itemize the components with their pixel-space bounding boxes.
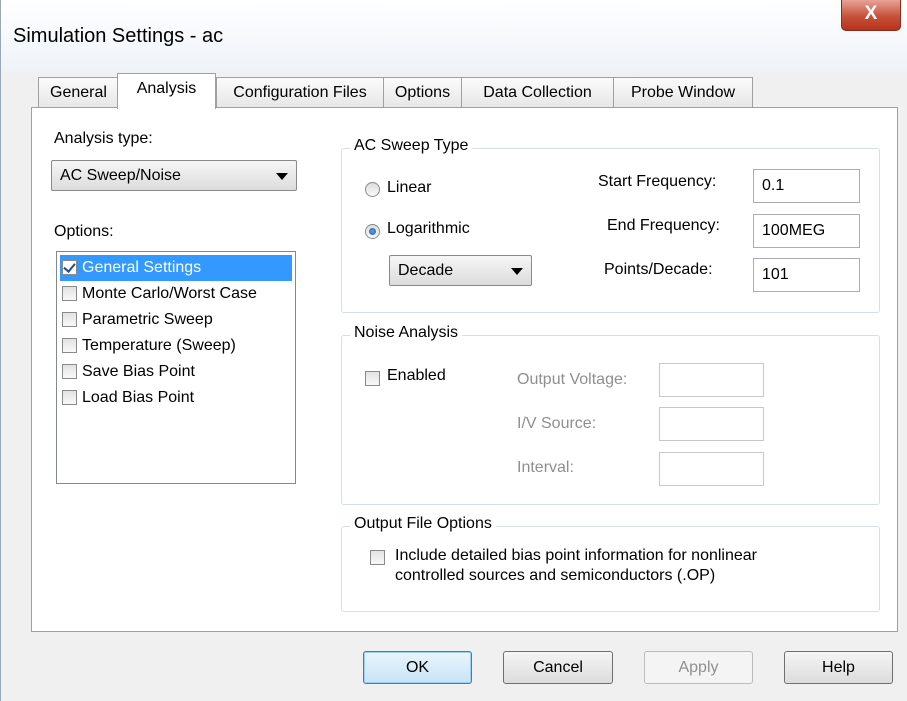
- interval-input[interactable]: [659, 452, 764, 486]
- list-item-general-settings[interactable]: General Settings: [60, 255, 292, 281]
- log-mode-value: Decade: [398, 262, 454, 279]
- noise-analysis-group: Noise Analysis Enabled Output Voltage: I…: [341, 324, 880, 505]
- noise-enabled-checkbox[interactable]: [365, 371, 380, 386]
- logarithmic-radio[interactable]: [365, 224, 380, 239]
- checkbox-monte-carlo[interactable]: [62, 286, 77, 301]
- start-frequency-input[interactable]: 0.1: [753, 169, 860, 203]
- iv-source-label: I/V Source:: [517, 415, 597, 432]
- start-frequency-label: Start Frequency:: [598, 173, 717, 190]
- checkbox-temperature-sweep[interactable]: [62, 338, 77, 353]
- close-button[interactable]: X: [841, 0, 901, 31]
- list-item-save-bias-point[interactable]: Save Bias Point: [60, 359, 292, 385]
- checkbox-save-bias-point[interactable]: [62, 364, 77, 379]
- close-icon: X: [864, 3, 878, 24]
- tab-options[interactable]: Options: [383, 77, 462, 108]
- linear-radio[interactable]: [365, 182, 380, 197]
- iv-source-input[interactable]: [659, 407, 764, 441]
- checkbox-general-settings[interactable]: [62, 260, 77, 275]
- options-label: Options:: [54, 223, 114, 240]
- noise-enabled-label: Enabled: [387, 367, 446, 384]
- list-item-label: Load Bias Point: [82, 389, 195, 406]
- checkbox-load-bias-point[interactable]: [62, 390, 77, 405]
- log-mode-select[interactable]: Decade: [389, 255, 532, 286]
- noise-analysis-label: Noise Analysis: [350, 324, 463, 342]
- tab-data-collection[interactable]: Data Collection: [461, 77, 614, 108]
- analysis-type-value: AC Sweep/Noise: [60, 167, 181, 184]
- list-item-label: General Settings: [82, 259, 202, 276]
- ok-button[interactable]: OK: [363, 651, 472, 684]
- linear-label: Linear: [387, 179, 432, 196]
- points-per-decade-input[interactable]: 101: [753, 258, 860, 292]
- bias-point-detail-line1: Include detailed bias point information …: [395, 547, 758, 564]
- list-item-label: Monte Carlo/Worst Case: [82, 285, 257, 302]
- output-voltage-input[interactable]: [659, 363, 764, 397]
- tab-probe-window[interactable]: Probe Window: [613, 77, 753, 108]
- tab-general[interactable]: General: [38, 77, 119, 108]
- ac-sweep-type-group: AC Sweep Type Linear Logarithmic Decade …: [341, 137, 880, 313]
- checkbox-parametric-sweep[interactable]: [62, 312, 77, 327]
- list-item-load-bias-point[interactable]: Load Bias Point: [60, 385, 292, 411]
- list-item-monte-carlo[interactable]: Monte Carlo/Worst Case: [60, 281, 292, 307]
- analysis-type-select[interactable]: AC Sweep/Noise: [51, 160, 297, 191]
- end-frequency-label: End Frequency:: [607, 217, 720, 234]
- output-file-options-label: Output File Options: [350, 515, 496, 533]
- list-item-parametric-sweep[interactable]: Parametric Sweep: [60, 307, 292, 333]
- list-item-label: Parametric Sweep: [82, 311, 213, 328]
- logarithmic-label: Logarithmic: [387, 220, 470, 237]
- end-frequency-input[interactable]: 100MEG: [753, 214, 860, 248]
- cancel-button[interactable]: Cancel: [503, 651, 613, 684]
- list-item-label: Save Bias Point: [82, 363, 195, 380]
- window-title: Simulation Settings - ac: [13, 25, 224, 47]
- interval-label: Interval:: [517, 459, 574, 476]
- list-item-temperature-sweep[interactable]: Temperature (Sweep): [60, 333, 292, 359]
- list-item-label: Temperature (Sweep): [82, 337, 236, 354]
- apply-button[interactable]: Apply: [644, 651, 753, 684]
- output-file-options-group: Output File Options Include detailed bia…: [341, 515, 880, 612]
- chevron-down-icon: [276, 173, 288, 180]
- points-per-decade-label: Points/Decade:: [604, 261, 713, 278]
- tab-configuration-files[interactable]: Configuration Files: [216, 77, 384, 108]
- ac-sweep-type-label: AC Sweep Type: [350, 137, 473, 155]
- simulation-settings-dialog: Simulation Settings - ac X General Analy…: [0, 0, 907, 701]
- tab-analysis[interactable]: Analysis: [117, 73, 216, 109]
- output-voltage-label: Output Voltage:: [517, 371, 628, 388]
- bias-point-detail-checkbox[interactable]: [370, 550, 385, 565]
- help-button[interactable]: Help: [784, 651, 893, 684]
- chevron-down-icon: [511, 268, 523, 275]
- options-list[interactable]: General Settings Monte Carlo/Worst Case …: [56, 251, 296, 484]
- title-bar[interactable]: Simulation Settings - ac X: [1, 0, 907, 72]
- bias-point-detail-line2: controlled sources and semiconductors (.…: [395, 567, 716, 584]
- analysis-type-label: Analysis type:: [54, 130, 153, 147]
- analysis-tab-page: Analysis type: AC Sweep/Noise Options: G…: [31, 107, 898, 632]
